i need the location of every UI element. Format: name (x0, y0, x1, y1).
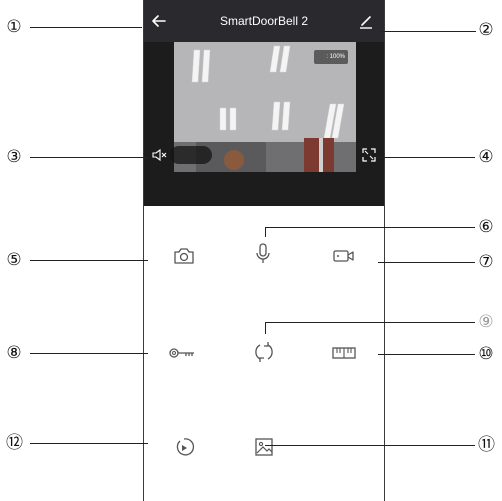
key-icon[interactable] (168, 339, 196, 367)
callout-line-4 (377, 157, 475, 158)
callout-connector-6 (265, 227, 266, 237)
callout-number-9: ⑨ (478, 312, 494, 332)
phone-screen: SmartDoorBell 2: 100% (143, 0, 385, 501)
fullscreen-icon[interactable] (362, 148, 376, 162)
callout-line-6 (265, 227, 475, 228)
callout-line-5 (30, 260, 148, 261)
callout-number-10: ⑩ (478, 344, 494, 364)
callout-line-12 (30, 443, 148, 444)
rotate-icon[interactable] (250, 338, 278, 366)
callout-connector-9 (265, 322, 266, 334)
callout-number-1: ① (6, 17, 22, 37)
top-bar: SmartDoorBell 2 (144, 0, 384, 42)
callout-number-11: ⑪ (478, 435, 495, 455)
callout-line-3 (30, 157, 148, 158)
callout-number-6: ⑥ (478, 217, 494, 237)
callout-number-8: ⑧ (6, 343, 22, 363)
talk-indicator (170, 146, 212, 164)
callout-number-3: ③ (6, 147, 22, 167)
callout-number-12: ⑫ (6, 433, 23, 453)
microphone-icon[interactable] (249, 240, 277, 268)
callout-line-10 (378, 354, 475, 355)
image-icon[interactable] (250, 433, 278, 461)
video-camera-icon[interactable] (330, 242, 358, 270)
callout-line-1 (30, 27, 142, 28)
playback-icon[interactable] (170, 433, 198, 461)
callout-line-11 (265, 445, 475, 446)
back-arrow-icon[interactable] (150, 12, 168, 30)
callout-number-2: ② (478, 20, 494, 40)
zoom-level: : 100% (314, 50, 348, 64)
camera-icon[interactable] (170, 242, 198, 270)
callout-number-5: ⑤ (6, 250, 22, 270)
manual-figure: SmartDoorBell 2: 100% ① ② ③ ④ ⑤ ⑥ ⑦ ⑧ ⑨… (0, 0, 502, 501)
callout-number-7: ⑦ (478, 252, 494, 272)
callout-line-9 (265, 322, 475, 323)
callout-line-7 (378, 262, 475, 263)
speaker-mute-icon[interactable] (152, 148, 168, 162)
callout-line-8 (30, 353, 148, 354)
pencil-icon[interactable] (358, 12, 374, 30)
hd-icon[interactable] (330, 339, 358, 367)
live-video-area: : 100% (144, 42, 384, 206)
callout-number-4: ④ (478, 147, 494, 167)
callout-line-2 (380, 31, 476, 32)
page-title: SmartDoorBell 2 (219, 14, 309, 28)
